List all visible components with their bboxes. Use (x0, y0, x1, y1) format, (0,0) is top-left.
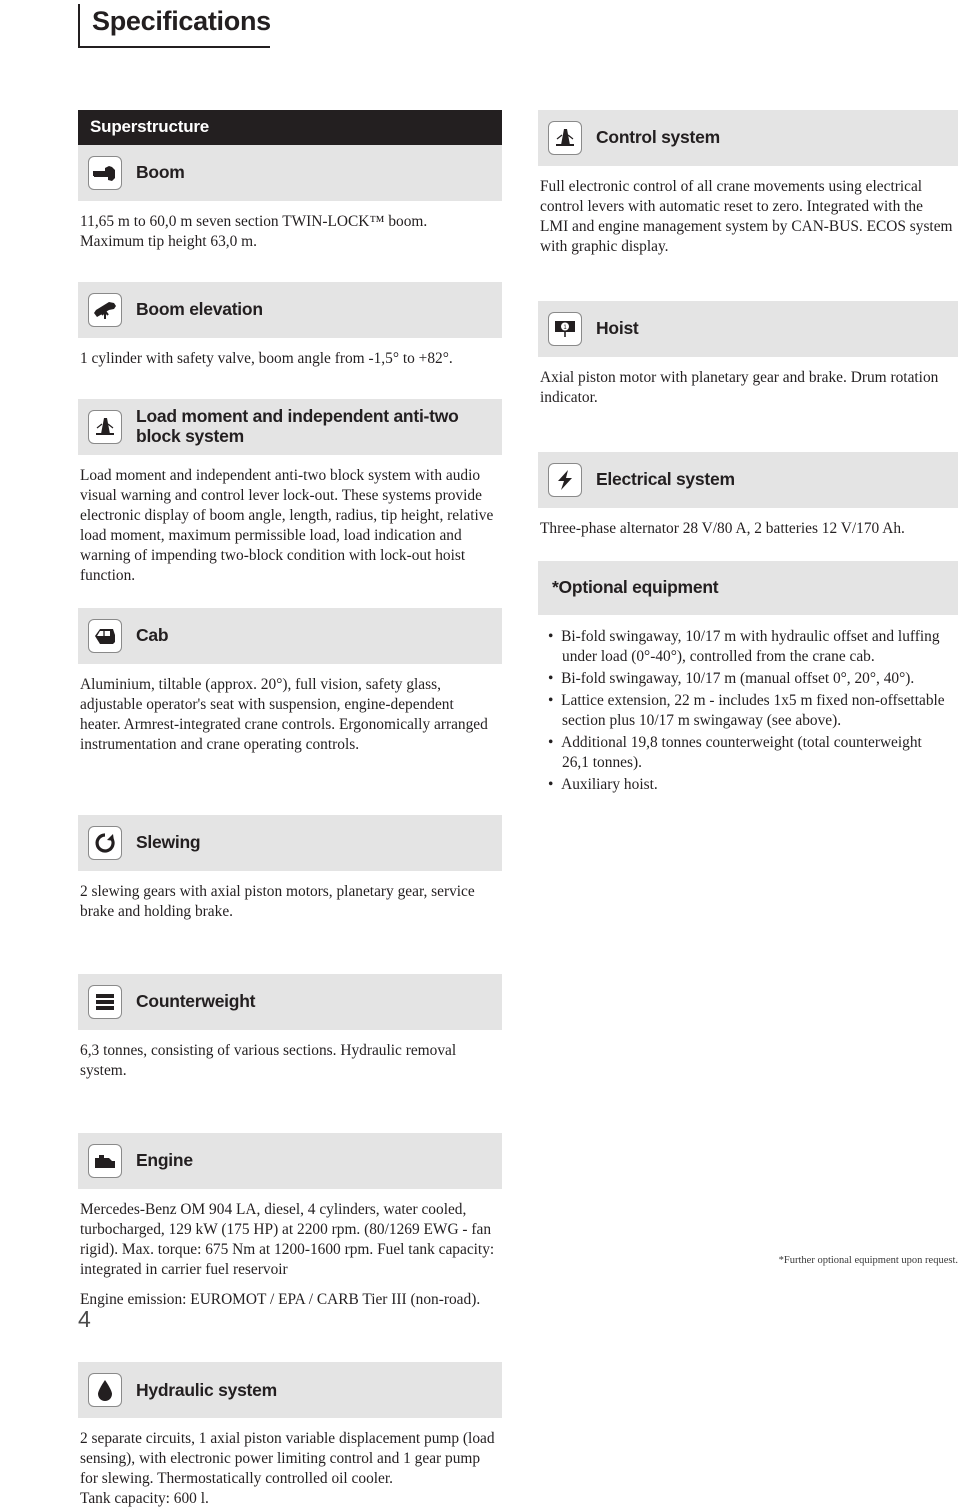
block-text-counterweight: 6,3 tonnes, consisting of various sectio… (80, 1042, 457, 1080)
block-text-load-moment: Load moment and independent anti-two blo… (80, 467, 494, 585)
engine-icon (88, 1144, 122, 1179)
left-column: Superstructure Boom 11,65 m to 60,0 m se… (78, 110, 502, 1509)
boom-elevation-icon (88, 293, 122, 328)
page-title: Specifications (92, 6, 271, 36)
block-text-boom-elevation: 1 cylinder with safety valve, boom angle… (80, 350, 453, 368)
electrical-system-icon (548, 463, 582, 498)
block-text-slewing: 2 slewing gears with axial piston motors… (80, 883, 475, 921)
block-text-engine-emission: Engine emission: EUROMOT / EPA / CARB Ti… (80, 1291, 481, 1309)
block-text-electrical-system: Three-phase alternator 28 V/80 A, 2 batt… (540, 520, 905, 538)
block-header-optional-equipment: *Optional equipment (538, 561, 958, 616)
block-title-hydraulic-system: Hydraulic system (136, 1379, 277, 1400)
control-system-icon (548, 121, 582, 155)
page-number: 4 (78, 1306, 91, 1332)
block-title-control-system: Control system (596, 127, 720, 148)
block-header-control-system: Control system (538, 110, 958, 166)
optional-equipment-list: Bi-fold swingaway, 10/17 m with hydrauli… (538, 615, 958, 795)
list-item: Lattice extension, 22 m - includes 1x5 m… (548, 691, 952, 731)
block-title-cab: Cab (136, 625, 169, 646)
block-header-hoist: 1 Hoist (538, 301, 958, 358)
hoist-icon: 1 (548, 312, 582, 347)
list-item: Additional 19,8 tonnes counterweight (to… (548, 733, 952, 773)
block-text-boom: 11,65 m to 60,0 m seven section TWIN-LOC… (80, 213, 428, 251)
cab-icon (88, 619, 122, 654)
list-item: Auxiliary hoist. (548, 775, 952, 795)
slewing-icon (88, 826, 122, 861)
block-header-boom: Boom (78, 145, 502, 201)
block-title-boom: Boom (136, 162, 185, 183)
block-title-electrical-system: Electrical system (596, 469, 735, 490)
block-title-slewing: Slewing (136, 832, 201, 853)
block-title-optional-equipment: *Optional equipment (552, 577, 719, 598)
page-header: Specifications (78, 4, 498, 52)
block-title-boom-elevation: Boom elevation (136, 299, 263, 320)
right-column: Control system Full electronic control o… (538, 110, 958, 797)
counterweight-icon (88, 985, 122, 1020)
block-header-cab: Cab (78, 608, 502, 665)
block-header-hydraulic-system: Hydraulic system (78, 1362, 502, 1419)
block-text-hoist: Axial piston motor with planetary gear a… (540, 369, 939, 407)
block-text-engine: Mercedes-Benz OM 904 LA, diesel, 4 cylin… (80, 1201, 495, 1279)
load-moment-icon (88, 410, 122, 445)
block-title-counterweight: Counterweight (136, 991, 256, 1012)
block-header-boom-elevation: Boom elevation (78, 282, 502, 339)
footnote: *Further optional equipment upon request… (778, 1255, 958, 1266)
block-header-load-moment: Load moment and independent anti-two blo… (78, 399, 502, 456)
section-bar-superstructure: Superstructure (78, 110, 502, 145)
block-header-counterweight: Counterweight (78, 974, 502, 1031)
block-text-control-system: Full electronic control of all crane mov… (540, 178, 953, 256)
block-header-engine: Engine (78, 1133, 502, 1190)
block-header-slewing: Slewing (78, 815, 502, 872)
block-title-hoist: Hoist (596, 318, 639, 339)
boom-icon (88, 156, 122, 190)
block-text-cab: Aluminium, tiltable (approx. 20°), full … (80, 676, 488, 754)
block-title-engine: Engine (136, 1150, 193, 1171)
hydraulic-system-icon (88, 1373, 122, 1408)
block-text-hydraulic-system: 2 separate circuits, 1 axial piston vari… (80, 1430, 495, 1508)
list-item: Bi-fold swingaway, 10/17 m (manual offse… (548, 669, 952, 689)
list-item: Bi-fold swingaway, 10/17 m with hydrauli… (548, 627, 952, 667)
block-header-electrical-system: Electrical system (538, 452, 958, 509)
block-title-load-moment: Load moment and independent anti-two blo… (136, 406, 459, 447)
